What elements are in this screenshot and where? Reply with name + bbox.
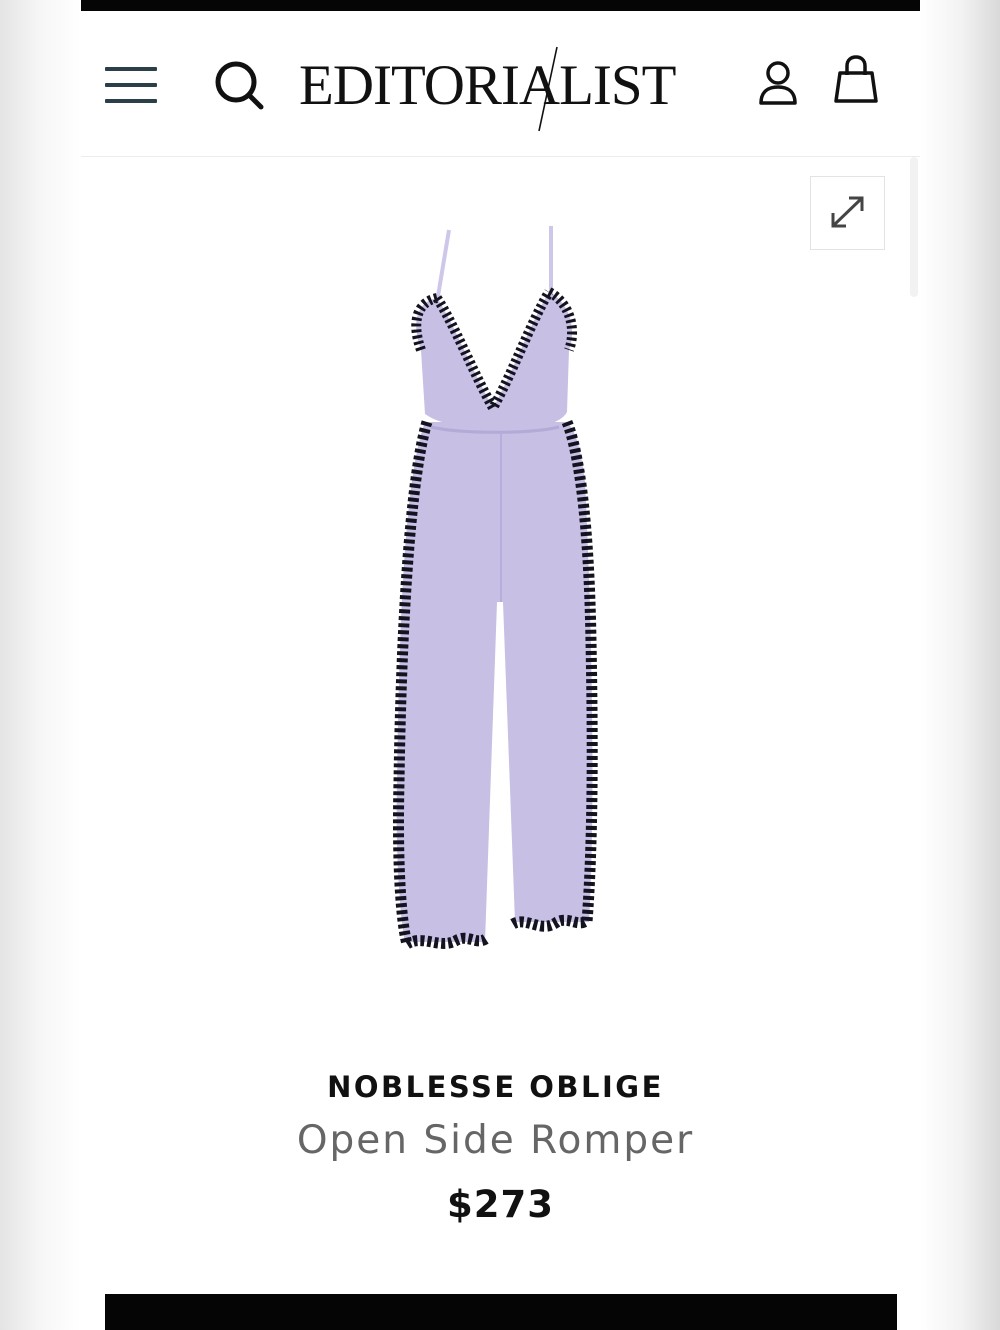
product-page: EDITORIALIST NOBLESSE OBLIGE Open Side R… xyxy=(81,0,920,1330)
product-price: $273 xyxy=(447,1183,554,1226)
site-header: EDITORIALIST xyxy=(81,11,920,157)
shopping-bag-icon xyxy=(834,55,878,103)
scrollbar[interactable] xyxy=(910,157,918,297)
top-bar xyxy=(81,0,920,11)
site-logo[interactable]: EDITORIALIST xyxy=(299,41,709,132)
product-image[interactable] xyxy=(381,222,621,967)
cart-button[interactable] xyxy=(833,55,879,107)
search-icon xyxy=(215,61,264,110)
logo-slash-mark xyxy=(538,46,558,132)
search-button[interactable] xyxy=(211,57,267,113)
expand-arrows-icon xyxy=(831,196,864,228)
expand-image-button[interactable] xyxy=(810,176,885,250)
logo-text: EDITORIALIST xyxy=(299,54,676,117)
menu-button[interactable] xyxy=(103,63,159,107)
menu-icon-line xyxy=(105,67,157,71)
product-brand[interactable]: NOBLESSE OBLIGE xyxy=(81,1070,910,1104)
user-icon xyxy=(759,61,797,105)
shop-now-button[interactable] xyxy=(105,1294,897,1330)
account-button[interactable] xyxy=(755,59,801,109)
menu-icon-line xyxy=(105,83,157,87)
menu-icon-line xyxy=(105,99,157,103)
product-name[interactable]: Open Side Romper xyxy=(81,1118,910,1163)
